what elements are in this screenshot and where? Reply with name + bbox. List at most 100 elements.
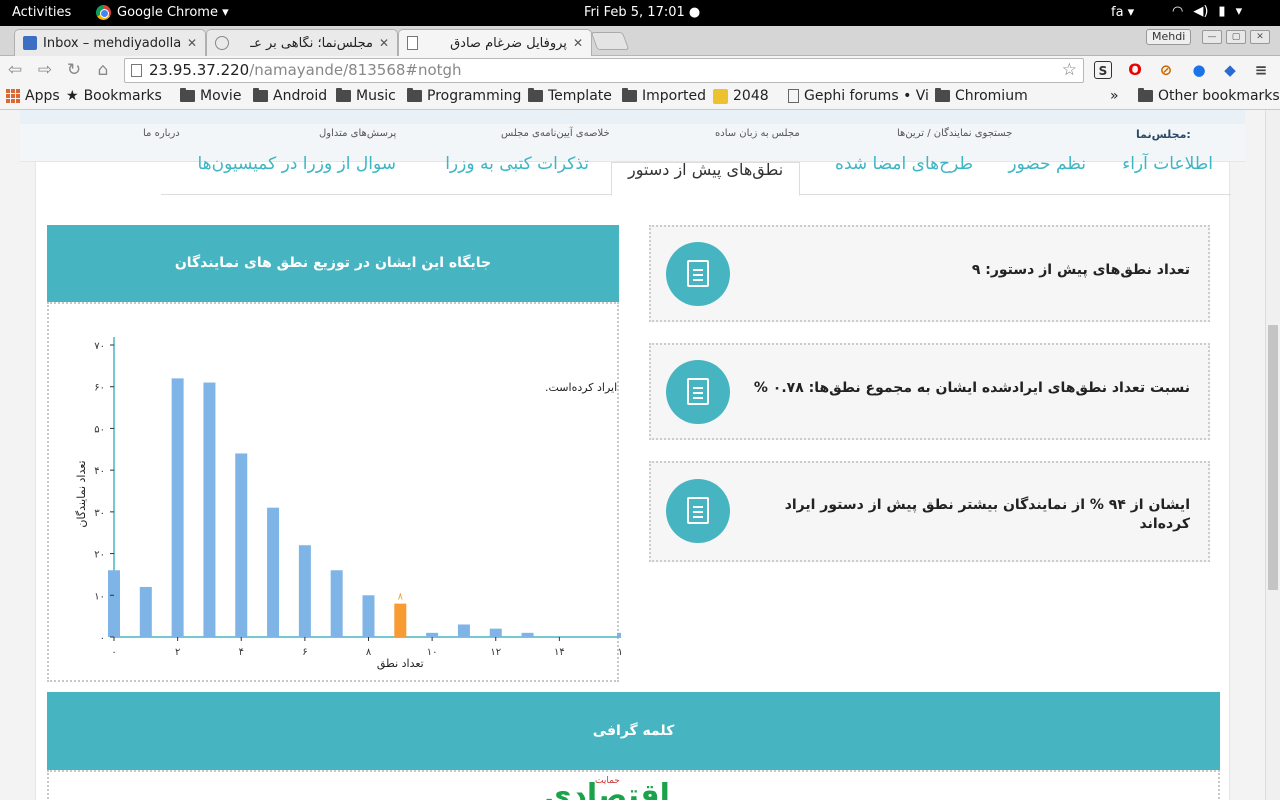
- stat-circle: [666, 242, 730, 306]
- address-bar[interactable]: 23.95.37.220/namayande/813568#notgh ☆: [124, 58, 1084, 83]
- y-tick-label: ۷۰: [94, 341, 105, 352]
- extension-s-icon[interactable]: S: [1094, 61, 1112, 79]
- nav-about[interactable]: درباره ما: [143, 128, 180, 139]
- bookmark-folder-movie[interactable]: Movie: [180, 88, 241, 104]
- forward-button[interactable]: ⇨: [34, 60, 56, 80]
- nav-search-representatives[interactable]: جستجوی نمایندگان / ترین‌ها: [897, 128, 1012, 139]
- browser-tab-strip: Inbox – mehdiyadolla ✕ مجلس‌نما؛ نگاهی ب…: [0, 26, 1280, 56]
- colors-extension-icon[interactable]: ●: [1190, 61, 1208, 79]
- close-window-button[interactable]: ✕: [1250, 30, 1270, 44]
- stat-circle: [666, 360, 730, 424]
- adblock-icon[interactable]: ⊘: [1157, 61, 1175, 79]
- word-cloud-heading: کلمه گرافی: [47, 692, 1220, 770]
- back-button[interactable]: ⇦: [4, 60, 26, 80]
- system-status-area[interactable]: ◠ ◀) ▮ ▾: [1172, 4, 1242, 19]
- tab-votes[interactable]: اطلاعات آراء: [1122, 154, 1213, 174]
- chart-annotation: ایشان جزو ۸ نماینده‌ای است که ۹ نطق ایرا…: [545, 381, 621, 395]
- close-icon[interactable]: ✕: [187, 36, 197, 50]
- stat-text: نسبت تعداد نطق‌های ایرادشده ایشان به مجم…: [753, 380, 1190, 396]
- bookmark-label: Imported: [642, 88, 706, 104]
- folder-icon: [336, 88, 351, 102]
- bar: [426, 632, 439, 637]
- bookmark-2048[interactable]: 2048: [713, 88, 769, 104]
- tab-signed-bills[interactable]: طرح‌های امضا شده: [835, 154, 973, 174]
- opera-icon[interactable]: O: [1126, 61, 1144, 79]
- bookmark-folder-android[interactable]: Android: [253, 88, 327, 104]
- stat-circle: [666, 479, 730, 543]
- bookmark-folder-chromium[interactable]: Chromium: [935, 88, 1028, 104]
- keyboard-layout-indicator[interactable]: fa ▾: [1111, 5, 1134, 20]
- stat-speech-rank: ایشان از ۹۴ % از نمایندگان بیشتر نطق پیش…: [649, 461, 1210, 562]
- tab-profile[interactable]: پروفایل ضرغام صادق ✕: [398, 29, 592, 56]
- web-page: مجلس‌نما: جستجوی نمایندگان / ترین‌ها مجل…: [0, 110, 1265, 800]
- profile-button[interactable]: Mehdi: [1146, 29, 1192, 45]
- bookmark-apps[interactable]: Apps: [6, 88, 60, 104]
- new-tab-button[interactable]: [590, 32, 630, 50]
- bar: [171, 378, 184, 637]
- tab-minister-questions[interactable]: سوال از وزرا در کمیسیون‌ها: [197, 154, 396, 174]
- game-2048-icon: [713, 88, 728, 104]
- tab-inbox[interactable]: Inbox – mehdiyadolla ✕: [14, 29, 206, 56]
- folder-icon: [1138, 88, 1153, 102]
- bookmark-gephi[interactable]: Gephi forums • Vi: [788, 88, 929, 104]
- bar: [489, 628, 502, 637]
- chevron-down-icon: ▾: [1235, 4, 1243, 19]
- bookmark-label: Programming: [427, 88, 522, 104]
- tab-title: پروفایل ضرغام صادق: [450, 35, 567, 51]
- bookmark-label: Movie: [200, 88, 242, 104]
- home-button[interactable]: ⌂: [92, 60, 114, 80]
- bookmark-label: Template: [548, 88, 612, 104]
- reload-button[interactable]: ↻: [63, 60, 85, 80]
- folder-icon: [407, 88, 422, 102]
- app-menu-label: Google Chrome ▾: [117, 5, 229, 20]
- tab-attendance[interactable]: نظم حضور: [1008, 154, 1086, 174]
- chrome-icon: [96, 5, 111, 20]
- bookmarks-overflow-button[interactable]: »: [1110, 88, 1119, 104]
- apps-icon: [6, 89, 20, 103]
- tab-majlis[interactable]: مجلس‌نما؛ نگاهی بر عـ ✕: [206, 29, 398, 56]
- menu-icon[interactable]: ≡: [1252, 61, 1270, 79]
- bookmark-label: Chromium: [955, 88, 1028, 104]
- profile-tabs: اطلاعات آراء نظم حضور طرح‌های امضا شده ن…: [161, 154, 1231, 196]
- word-cloud-panel: حمایت اقتصادی: [47, 770, 1220, 800]
- bookmark-bookmarks[interactable]: ★ Bookmarks: [66, 88, 162, 104]
- maximize-button[interactable]: ▢: [1226, 30, 1246, 44]
- volume-icon: ◀): [1193, 4, 1209, 19]
- tab-written-notices[interactable]: تذکرات کتبی به وزرا: [445, 154, 589, 174]
- close-icon[interactable]: ✕: [573, 36, 583, 50]
- page-icon: [407, 36, 418, 50]
- x-tick-label: ۶: [302, 647, 307, 658]
- highlight-bar-label: ۸: [398, 592, 404, 603]
- x-tick-label: ۱۲: [490, 647, 501, 658]
- bookmark-folder-other[interactable]: Other bookmarks: [1138, 88, 1280, 104]
- speech-distribution-chart: ۸ ۰ ۲ ۴ ۶ ۸ ۱۰ ۱۲ ۱۴ ۱۶ ۰ ۱۰ ۲۰ ۳۰ ۴۰ ۵۰ ۶۰ ۷۰ تعداد نطق تع…: [75, 337, 621, 671]
- minimize-button[interactable]: —: [1202, 30, 1222, 44]
- tab-title: Inbox – mehdiyadolla: [43, 35, 181, 51]
- y-tick-label: ۱۰: [94, 591, 105, 602]
- page-scrollbar[interactable]: [1265, 110, 1280, 800]
- bookmark-folder-programming[interactable]: Programming: [407, 88, 521, 104]
- app-menu[interactable]: Google Chrome ▾: [96, 5, 229, 20]
- nav-rules-summary[interactable]: خلاصه‌ی آیین‌نامه‌ی مجلس: [501, 128, 610, 139]
- star-icon: ★: [66, 88, 79, 104]
- bookmark-label: Other bookmarks: [1158, 88, 1280, 104]
- bookmark-folder-music[interactable]: Music: [336, 88, 396, 104]
- activities-button[interactable]: Activities: [12, 5, 71, 20]
- bookmark-folder-imported[interactable]: Imported: [622, 88, 706, 104]
- translate-icon[interactable]: ◆: [1221, 61, 1239, 79]
- bar: [330, 570, 343, 637]
- x-tick-label: ۱۶: [618, 647, 621, 658]
- bookmark-label: 2048: [733, 88, 769, 104]
- bookmark-folder-template[interactable]: Template: [528, 88, 612, 104]
- nav-majlis-simple[interactable]: مجلس به زبان ساده: [715, 128, 800, 139]
- wifi-icon: ◠: [1172, 4, 1184, 19]
- close-icon[interactable]: ✕: [379, 36, 389, 50]
- page-icon: [788, 89, 799, 103]
- tab-speeches[interactable]: نطق‌های پیش از دستور: [611, 162, 801, 196]
- clock[interactable]: Fri Feb 5, 17:01 ●: [584, 5, 700, 20]
- star-icon[interactable]: ☆: [1062, 59, 1077, 82]
- nav-faq[interactable]: پرسش‌های متداول: [319, 128, 396, 139]
- scrollbar-thumb[interactable]: [1268, 325, 1278, 590]
- site-brand[interactable]: مجلس‌نما:: [1136, 128, 1191, 141]
- folder-icon: [253, 88, 268, 102]
